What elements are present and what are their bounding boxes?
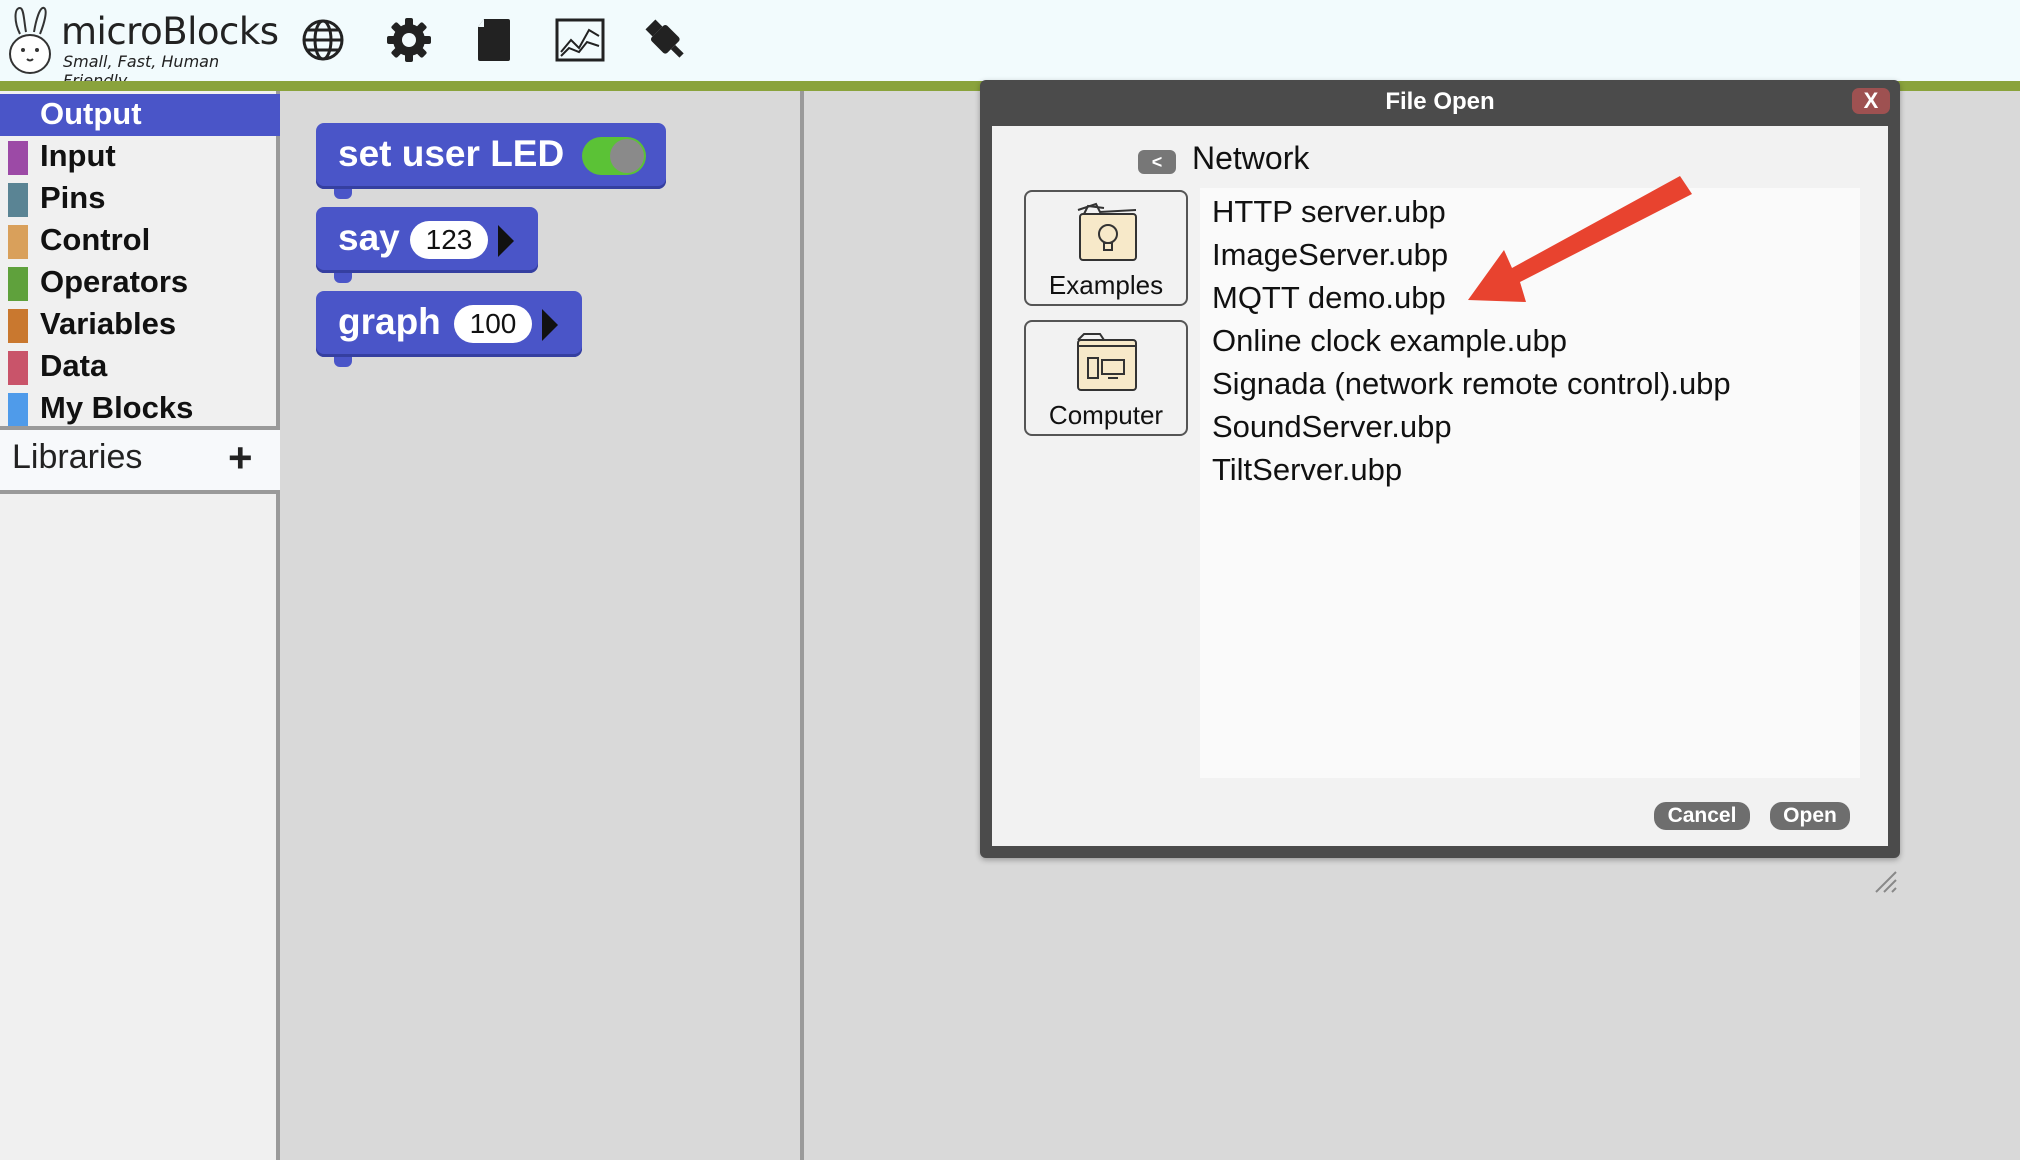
- back-button[interactable]: <: [1138, 150, 1176, 174]
- gear-icon[interactable]: [383, 14, 435, 66]
- libraries-row[interactable]: Libraries +: [0, 430, 280, 490]
- category-label: Pins: [40, 180, 106, 215]
- toggle-switch[interactable]: [582, 137, 646, 175]
- examples-folder-icon: [1077, 202, 1137, 261]
- file-item[interactable]: TiltServer.ubp: [1212, 452, 1402, 488]
- category-swatch: [8, 267, 28, 301]
- category-label: Variables: [40, 306, 177, 341]
- examples-button[interactable]: Examples: [1024, 190, 1188, 306]
- close-button[interactable]: X: [1852, 88, 1890, 114]
- category-operators[interactable]: Operators: [0, 262, 280, 304]
- category-label: My Blocks: [40, 390, 194, 425]
- toggle-knob: [610, 139, 644, 173]
- usb-icon[interactable]: [640, 14, 692, 66]
- category-my-blocks[interactable]: My Blocks: [0, 388, 280, 430]
- app-name: microBlocks: [61, 10, 279, 53]
- category-data[interactable]: Data: [0, 346, 280, 388]
- category-swatch: [8, 141, 28, 175]
- category-label: Operators: [40, 264, 189, 299]
- category-swatch: [8, 225, 28, 259]
- expand-arrow-icon[interactable]: [542, 309, 558, 341]
- add-library-button[interactable]: +: [228, 434, 253, 482]
- globe-icon[interactable]: [297, 14, 349, 66]
- category-label: Data: [40, 348, 108, 383]
- block-say[interactable]: say 123: [316, 207, 538, 283]
- block-notch: [334, 357, 352, 367]
- category-label: Control: [40, 222, 151, 257]
- resize-handle-icon[interactable]: [1872, 868, 1898, 894]
- category-label: Input: [40, 138, 116, 173]
- file-item[interactable]: ImageServer.ubp: [1212, 237, 1448, 273]
- file-item[interactable]: Signada (network remote control).ubp: [1212, 366, 1731, 402]
- category-pins[interactable]: Pins: [0, 178, 280, 220]
- category-label: Output: [40, 96, 142, 131]
- category-input[interactable]: Input: [0, 136, 280, 178]
- computer-button[interactable]: Computer: [1024, 320, 1188, 436]
- file-item[interactable]: HTTP server.ubp: [1212, 194, 1446, 230]
- file-item[interactable]: Online clock example.ubp: [1212, 323, 1567, 359]
- dialog-title: File Open: [1385, 88, 1495, 115]
- category-swatch: [8, 309, 28, 343]
- category-palette: Output Input Pins Control Operators Vari…: [0, 91, 280, 1160]
- file-open-dialog[interactable]: File Open X < Network Examples Computer …: [980, 80, 1900, 893]
- file-item[interactable]: SoundServer.ubp: [1212, 409, 1452, 445]
- bunny-logo-icon: [9, 6, 51, 74]
- say-value-input[interactable]: 123: [410, 221, 488, 259]
- cancel-button[interactable]: Cancel: [1654, 802, 1750, 830]
- source-label: Examples: [1048, 270, 1164, 300]
- blocks-palette: set user LED say 123 graph 100: [280, 91, 804, 1160]
- block-graph[interactable]: graph 100: [316, 291, 582, 367]
- computer-folder-icon: [1077, 333, 1137, 391]
- top-toolbar: microBlocks Small, Fast, Human Friendly: [0, 0, 2020, 90]
- block-label: say: [338, 217, 400, 258]
- block-label: graph: [338, 301, 441, 342]
- file-icon[interactable]: [468, 14, 520, 66]
- block-notch: [334, 189, 352, 199]
- source-label: Computer: [1048, 400, 1164, 430]
- app-logo: microBlocks Small, Fast, Human Friendly: [6, 2, 279, 90]
- graph-icon[interactable]: [554, 14, 606, 66]
- category-swatch: [8, 99, 28, 133]
- category-variables[interactable]: Variables: [0, 304, 280, 346]
- open-button[interactable]: Open: [1770, 802, 1850, 830]
- block-set-user-led[interactable]: set user LED: [316, 123, 666, 199]
- file-item[interactable]: MQTT demo.ubp: [1212, 280, 1446, 316]
- category-swatch: [8, 351, 28, 385]
- dialog-body: < Network Examples Computer HTTP server.…: [992, 126, 1897, 893]
- category-control[interactable]: Control: [0, 220, 280, 262]
- divider: [0, 490, 280, 494]
- libraries-label: Libraries: [12, 438, 143, 476]
- block-label: set user LED: [338, 133, 565, 174]
- graph-value-input[interactable]: 100: [454, 305, 532, 343]
- category-swatch: [8, 393, 28, 427]
- category-output[interactable]: Output: [0, 94, 280, 136]
- current-folder-label: Network: [1192, 140, 1310, 176]
- expand-arrow-icon[interactable]: [498, 225, 514, 257]
- block-notch: [334, 273, 352, 283]
- file-list[interactable]: HTTP server.ubp ImageServer.ubp MQTT dem…: [1200, 188, 1860, 778]
- category-swatch: [8, 183, 28, 217]
